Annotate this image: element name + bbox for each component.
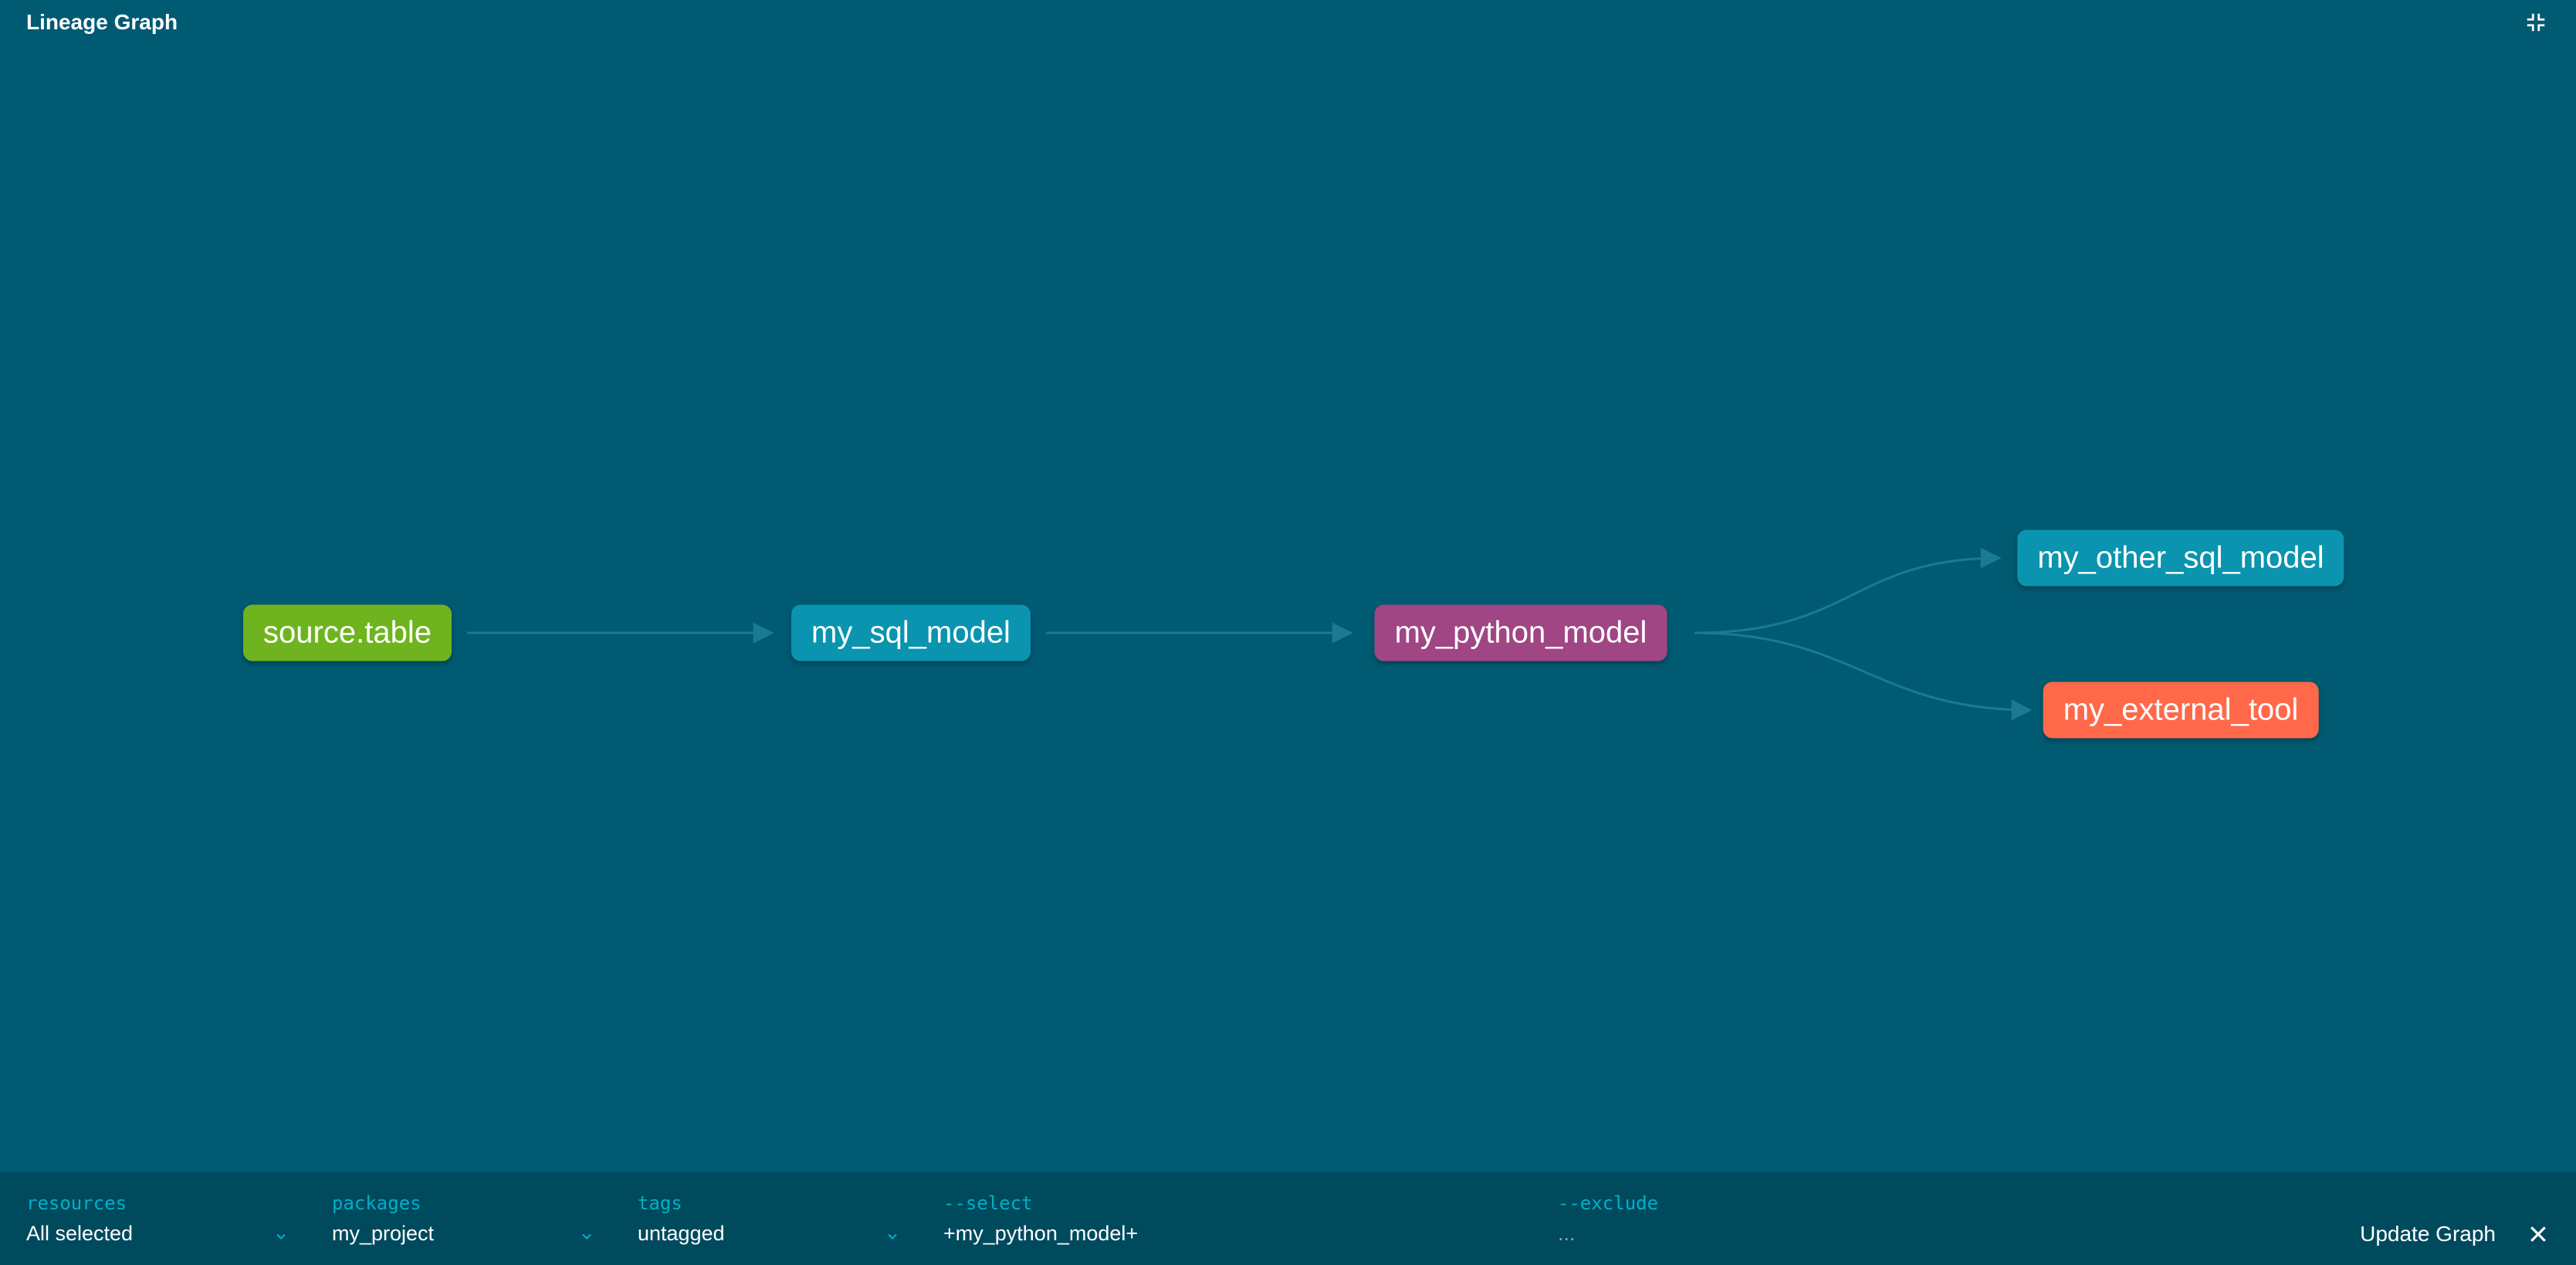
node-my-external-tool[interactable]: my_external_tool [2043,682,2319,739]
graph-canvas[interactable]: source.table my_sql_model my_python_mode… [0,45,2576,1172]
node-label: my_sql_model [811,616,1010,650]
packages-filter: packages my_project [332,1172,594,1265]
resources-label: resources [26,1192,289,1214]
select-label: --select [943,1192,1515,1214]
exclude-filter: --exclude ... [1558,1172,2060,1265]
exclude-label: --exclude [1558,1192,2060,1214]
node-label: my_python_model [1395,616,1647,650]
resources-value: All selected [26,1222,133,1246]
chevron-down-icon [273,1226,289,1241]
node-my-python-model[interactable]: my_python_model [1375,605,1667,661]
node-label: source.table [263,616,432,650]
chevron-down-icon [885,1226,900,1241]
packages-select[interactable]: my_project [332,1222,594,1246]
select-value: +my_python_model+ [943,1222,1138,1246]
update-graph-button[interactable]: Update Graph [2360,1191,2496,1246]
header: Lineage Graph [0,0,2576,45]
select-input[interactable]: +my_python_model+ [943,1222,1515,1246]
footer-actions: Update Graph [2360,1172,2561,1265]
minimize-icon[interactable] [2522,8,2550,36]
filter-bar: resources All selected packages my_proje… [0,1172,2576,1265]
node-my-other-sql-model[interactable]: my_other_sql_model [2017,530,2344,587]
tags-select[interactable]: untagged [638,1222,900,1246]
close-icon[interactable] [2527,1223,2550,1246]
resources-select[interactable]: All selected [26,1222,289,1246]
packages-value: my_project [332,1222,434,1246]
node-source-table[interactable]: source.table [243,605,452,661]
tags-filter: tags untagged [638,1172,900,1265]
node-my-sql-model[interactable]: my_sql_model [791,605,1031,661]
tags-label: tags [638,1192,900,1214]
resources-filter: resources All selected [26,1172,289,1265]
packages-label: packages [332,1192,594,1214]
node-label: my_other_sql_model [2037,541,2324,575]
exclude-value: ... [1558,1222,1576,1246]
exclude-input[interactable]: ... [1558,1222,2060,1246]
chevron-down-icon [579,1226,594,1241]
page-title: Lineage Graph [26,10,178,35]
select-filter: --select +my_python_model+ [943,1172,1515,1265]
tags-value: untagged [638,1222,725,1246]
node-label: my_external_tool [2063,693,2299,727]
